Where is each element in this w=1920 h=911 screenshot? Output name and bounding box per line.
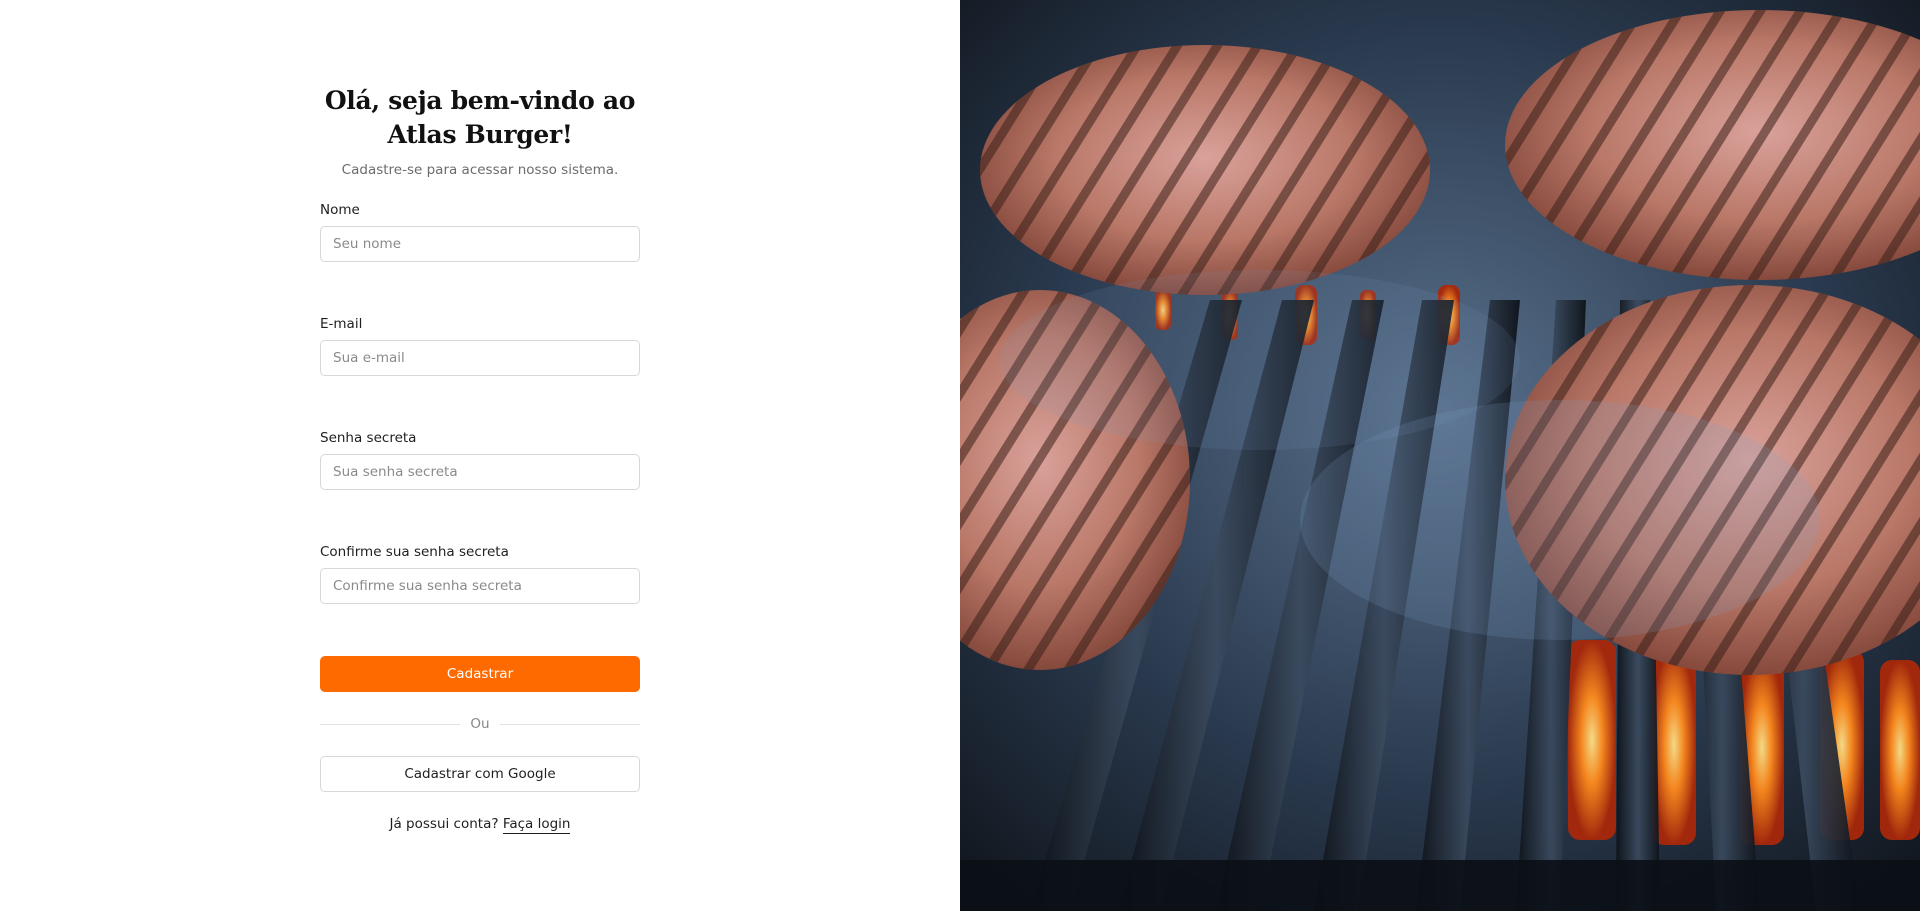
password-label: Senha secreta: [320, 430, 417, 446]
name-field-group: Nome: [320, 202, 640, 262]
login-prompt-row: Já possui conta? Faça login: [320, 816, 640, 834]
password-field-group: Senha secreta: [320, 430, 640, 490]
email-input[interactable]: [320, 340, 640, 376]
login-prompt-text: Já possui conta?: [389, 816, 499, 832]
submit-button[interactable]: Cadastrar: [320, 656, 640, 692]
name-label: Nome: [320, 202, 360, 218]
grill-burgers-photo-icon: [960, 0, 1920, 911]
page-title: Olá, seja bem-vindo ao Atlas Burger!: [324, 86, 636, 149]
signup-panel: Olá, seja bem-vindo ao Atlas Burger! Cad…: [0, 0, 960, 911]
google-signup-button[interactable]: Cadastrar com Google: [320, 756, 640, 792]
email-label: E-mail: [320, 316, 363, 332]
signup-page: Olá, seja bem-vindo ao Atlas Burger! Cad…: [0, 0, 1920, 911]
divider-line-right: [499, 723, 640, 725]
login-link[interactable]: Faça login: [502, 816, 571, 834]
page-subtitle: Cadastre-se para acessar nosso sistema.: [341, 162, 619, 178]
confirm-password-label: Confirme sua senha secreta: [320, 544, 509, 560]
divider-line-left: [320, 723, 461, 725]
confirm-password-field-group: Confirme sua senha secreta: [320, 544, 640, 604]
email-field-group: E-mail: [320, 316, 640, 376]
divider-label: Ou: [470, 716, 490, 732]
signup-form: Olá, seja bem-vindo ao Atlas Burger! Cad…: [320, 84, 640, 834]
name-input[interactable]: [320, 226, 640, 262]
password-input[interactable]: [320, 454, 640, 490]
confirm-password-input[interactable]: [320, 568, 640, 604]
or-divider: Ou: [320, 716, 640, 732]
hero-image: [960, 0, 1920, 911]
